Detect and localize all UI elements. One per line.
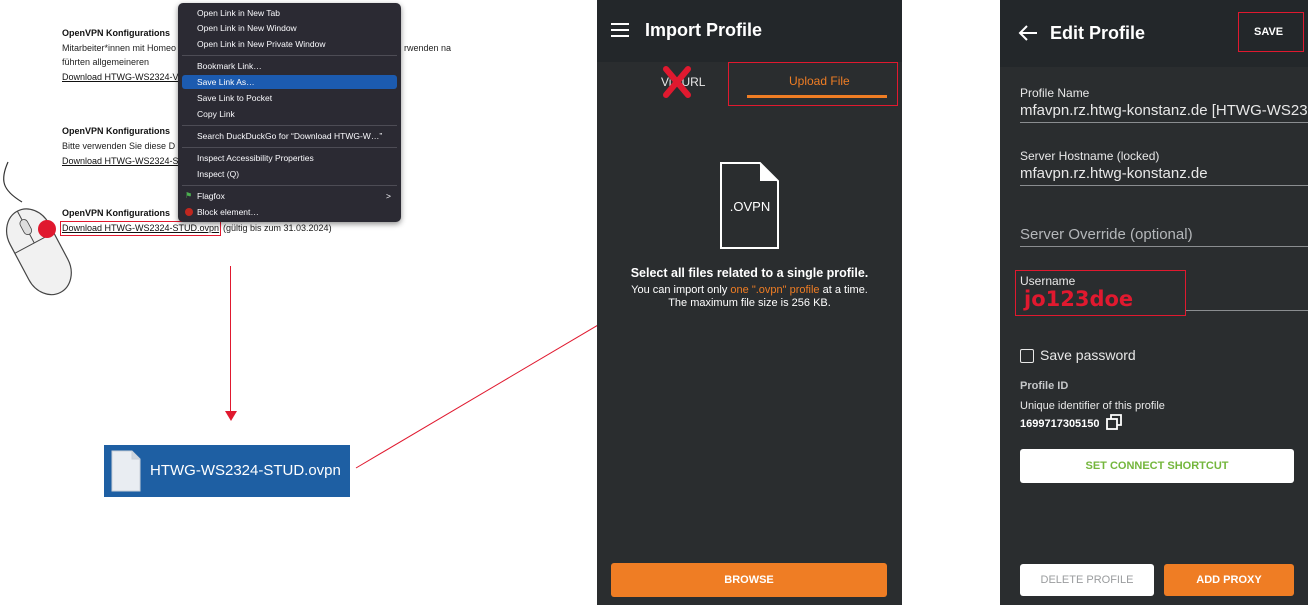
username-label: Username — [1020, 274, 1076, 288]
delete-profile-button[interactable]: DELETE PROFILE — [1020, 564, 1154, 596]
browse-label: BROWSE — [724, 574, 774, 586]
server-override-field[interactable]: Server Override (optional) — [1020, 226, 1193, 243]
desc-highlight: one ".ovpn" profile — [730, 284, 820, 296]
save-password-label: Save password — [1040, 347, 1136, 363]
save-password-checkbox[interactable] — [1020, 349, 1034, 363]
import-profile-screen: Import Profile Via URL Upload File .OVPN… — [597, 0, 902, 605]
tab-active-indicator — [747, 95, 887, 98]
upload-description: You can import only one ".ovpn" profile … — [597, 284, 902, 296]
page-title: Edit Profile — [1050, 23, 1146, 43]
profile-id-heading: Profile ID — [1020, 380, 1069, 392]
desc-text: You can import only — [631, 284, 728, 296]
field-underline — [1186, 310, 1308, 311]
profile-id-value: 1699717305150 — [1020, 418, 1100, 430]
set-connect-shortcut-button[interactable]: SET CONNECT SHORTCUT — [1020, 449, 1294, 483]
field-underline — [1020, 185, 1308, 186]
tab-upload-file[interactable]: Upload File — [789, 74, 850, 88]
field-underline — [1020, 122, 1308, 123]
server-hostname-label: Server Hostname (locked) — [1020, 149, 1160, 163]
delete-profile-label: DELETE PROFILE — [1040, 574, 1134, 586]
connect-shortcut-label: SET CONNECT SHORTCUT — [1085, 460, 1229, 472]
profile-id-description: Unique identifier of this profile — [1020, 400, 1165, 412]
cross-icon — [663, 66, 691, 98]
back-arrow-icon[interactable] — [1018, 24, 1038, 42]
file-size-note: The maximum file size is 256 KB. — [668, 297, 831, 309]
add-proxy-button[interactable]: ADD PROXY — [1164, 564, 1294, 596]
server-hostname-field: mfavpn.rz.htwg-konstanz.de — [1020, 165, 1208, 182]
ovpn-file-label: .OVPN — [729, 199, 771, 214]
edit-profile-screen: Edit Profile SAVE Profile Name mfavpn.rz… — [1000, 0, 1308, 605]
add-proxy-label: ADD PROXY — [1196, 574, 1262, 586]
profile-name-label: Profile Name — [1020, 86, 1090, 100]
copy-icon[interactable] — [1106, 414, 1122, 430]
save-button[interactable]: SAVE — [1254, 26, 1283, 38]
upload-headline: Select all files related to a single pro… — [630, 266, 869, 280]
browse-button[interactable]: BROWSE — [611, 563, 887, 597]
page-title: Import Profile — [645, 20, 763, 40]
field-underline — [1020, 246, 1308, 247]
menu-icon[interactable] — [611, 22, 631, 38]
desc-text: at a time. — [822, 284, 868, 296]
username-field[interactable]: jo123doe — [1024, 287, 1133, 311]
profile-name-field[interactable]: mfavpn.rz.htwg-konstanz.de [HTWG-WS23 — [1020, 102, 1308, 119]
